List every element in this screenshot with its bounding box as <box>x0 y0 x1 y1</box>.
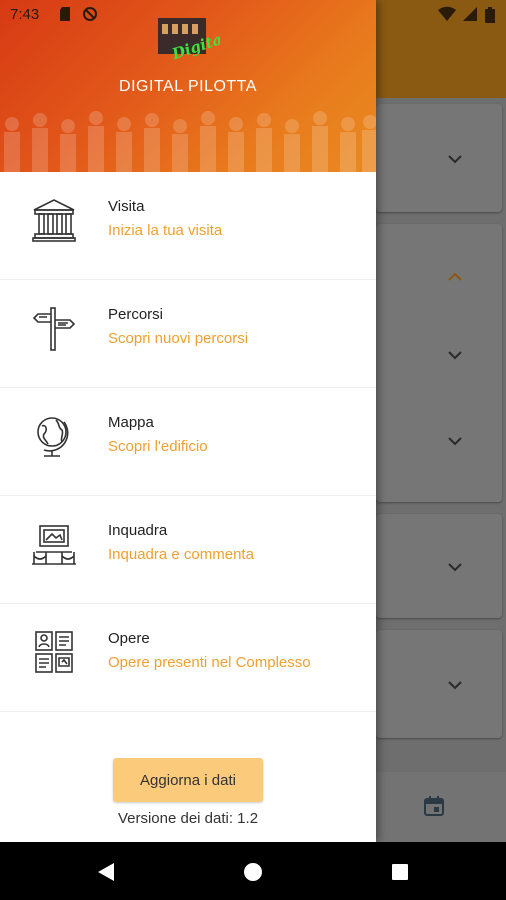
system-navigation-bar <box>0 842 506 900</box>
background-card <box>376 514 502 618</box>
background-bottom-bar <box>376 772 506 842</box>
signpost-icon <box>32 307 76 351</box>
update-data-button[interactable]: Aggiorna i dati <box>113 758 263 802</box>
drawer-menu: Visita Inizia la tua visita Percorsi Sco… <box>0 172 376 712</box>
artworks-gallery-icon <box>35 631 73 673</box>
menu-item-subtitle: Scopri l'edificio <box>108 438 208 455</box>
sd-card-icon <box>60 7 70 21</box>
chevron-down-icon <box>448 437 462 446</box>
museum-icon <box>32 199 76 242</box>
background-card <box>376 224 502 502</box>
menu-item-mappa[interactable]: Mappa Scopri l'edificio <box>0 388 376 496</box>
data-version-label: Versione dei dati: 1.2 <box>117 810 259 827</box>
wifi-icon <box>438 6 456 22</box>
home-icon[interactable] <box>241 860 265 884</box>
app-title: DIGITAL PILOTTA <box>119 78 257 95</box>
framed-artwork-icon <box>32 525 76 565</box>
chevron-down-icon <box>448 351 462 360</box>
menu-item-subtitle: Inizia la tua visita <box>108 222 223 239</box>
background-card <box>376 104 502 212</box>
do-not-disturb-icon <box>83 7 97 21</box>
battery-icon <box>485 7 495 23</box>
chevron-down-icon <box>448 563 462 572</box>
recent-apps-icon[interactable] <box>388 860 412 884</box>
signal-icon <box>463 7 477 21</box>
calendar-icon <box>424 796 444 816</box>
globe-icon <box>37 417 69 457</box>
chevron-down-icon <box>448 681 462 690</box>
back-icon[interactable] <box>94 860 118 884</box>
menu-item-title: Inquadra <box>108 522 168 539</box>
chevron-up-icon <box>448 272 462 281</box>
menu-item-visita[interactable]: Visita Inizia la tua visita <box>0 172 376 280</box>
menu-item-subtitle: Scopri nuovi percorsi <box>108 330 249 347</box>
menu-item-opere[interactable]: Opere Opere presenti nel Complesso <box>0 604 376 712</box>
menu-item-title: Mappa <box>108 414 154 431</box>
menu-item-title: Visita <box>108 198 145 215</box>
background-card <box>376 630 502 738</box>
status-bar: 7:43 <box>0 0 506 30</box>
crowd-image <box>4 111 376 172</box>
menu-item-subtitle: Inquadra e commenta <box>108 546 254 563</box>
menu-item-title: Percorsi <box>108 306 164 323</box>
menu-item-percorsi[interactable]: Percorsi Scopri nuovi percorsi <box>0 280 376 388</box>
status-time: 7:43 <box>10 6 40 23</box>
menu-item-subtitle: Opere presenti nel Complesso <box>108 654 311 671</box>
navigation-drawer: Digital DIGITAL PILOTTA Visita Inizia la… <box>0 0 376 842</box>
chevron-down-icon <box>448 155 462 164</box>
menu-item-title: Opere <box>108 630 150 647</box>
menu-item-inquadra[interactable]: Inquadra Inquadra e commenta <box>0 496 376 604</box>
